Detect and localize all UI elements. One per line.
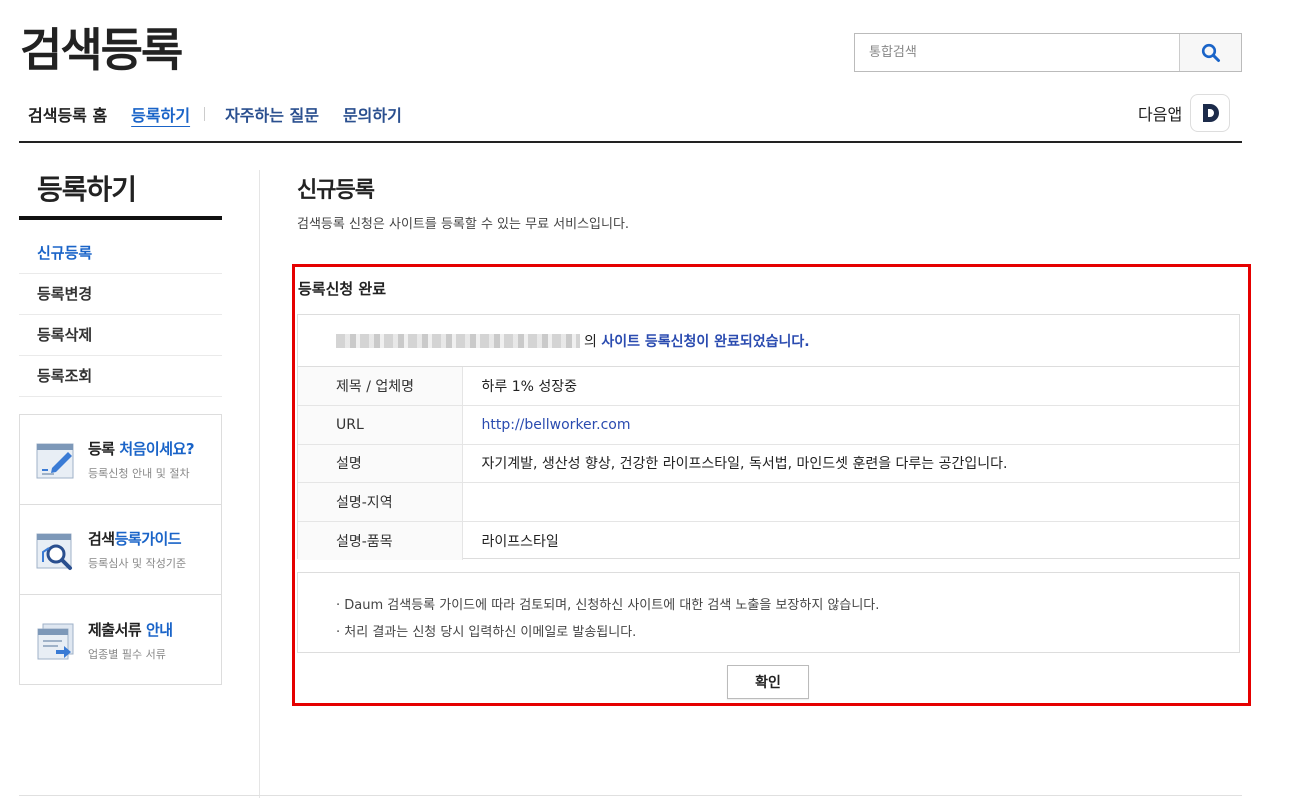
confirm-button[interactable]: 확인 bbox=[727, 665, 809, 699]
nav-home[interactable]: 검색등록 홈 bbox=[28, 102, 107, 126]
banner-documents-subtitle: 업종별 필수 서류 bbox=[88, 647, 166, 661]
banner-guide[interactable]: 검색등록가이드 등록심사 및 작성기준 bbox=[20, 505, 221, 595]
sidebar-item-lookup[interactable]: 등록조회 bbox=[19, 356, 222, 397]
search-button[interactable] bbox=[1179, 34, 1241, 71]
banner-first-title-b: 처음이세요? bbox=[119, 440, 195, 458]
daum-logo-icon bbox=[1190, 94, 1231, 132]
row-label-description: 설명 bbox=[298, 443, 463, 483]
header-divider bbox=[19, 141, 1242, 143]
banner-guide-title-a: 검색 bbox=[88, 530, 115, 548]
notice-line: · 처리 결과는 신청 당시 입력하신 이메일로 발송됩니다. bbox=[336, 625, 637, 640]
nav-contact[interactable]: 문의하기 bbox=[343, 102, 402, 126]
sidebar-title: 등록하기 bbox=[37, 173, 137, 206]
table-row: 설명 자기계발, 생산성 향상, 건강한 라이프스타일, 독서법, 마인드셋 훈… bbox=[298, 443, 1239, 483]
page-title: 신규등록 bbox=[297, 178, 375, 203]
row-value-region bbox=[462, 482, 1239, 521]
sidebar-title-rule bbox=[19, 216, 222, 220]
row-label-region: 설명-지역 bbox=[298, 482, 463, 521]
footer-divider bbox=[19, 795, 1242, 796]
pencil-form-icon bbox=[36, 443, 74, 478]
completion-suffix: 의 bbox=[584, 333, 597, 350]
banner-documents-title-b: 안내 bbox=[145, 620, 173, 639]
search-icon bbox=[1201, 43, 1220, 62]
banner-guide-subtitle: 등록심사 및 작성기준 bbox=[88, 557, 187, 570]
page-description: 검색등록 신청은 사이트를 등록할 수 있는 무료 서비스입니다. bbox=[297, 217, 630, 232]
banner-first-subtitle: 등록신청 안내 및 절차 bbox=[88, 467, 190, 480]
site-url-link[interactable]: http://bellworker.com bbox=[482, 417, 631, 433]
completion-message: 사이트 등록신청이 완료되었습니다. bbox=[601, 333, 810, 350]
global-nav: 검색등록 홈 등록하기 자주하는 질문 문의하기 bbox=[28, 101, 426, 127]
magnifier-guide-icon bbox=[36, 533, 72, 570]
card-title: 등록신청 완료 bbox=[298, 280, 387, 298]
documents-icon bbox=[37, 623, 74, 660]
banner-guide-title-b: 등록가이드 bbox=[114, 530, 182, 548]
row-value-category: 라이프스타일 bbox=[462, 520, 1239, 560]
table-row: URL http://bellworker.com bbox=[298, 405, 1239, 444]
nav-divider bbox=[204, 107, 206, 121]
table-row: 제목 / 업체명 하루 1% 성장중 bbox=[298, 367, 1239, 406]
row-value-title: 하루 1% 성장중 bbox=[481, 379, 578, 395]
banner-documents-title-a: 제출서류 bbox=[88, 620, 146, 639]
sidebar-banners: 등록 처음이세요? 등록신청 안내 및 절차 검색등록가이드 등록심사 및 작성… bbox=[19, 414, 222, 685]
content-divider bbox=[259, 170, 260, 798]
registration-result-card: 의 사이트 등록신청이 완료되었습니다. 제목 / 업체명 하루 1% 성장중 … bbox=[297, 314, 1240, 560]
search-bar bbox=[854, 33, 1242, 72]
banner-first-title-a: 등록 bbox=[88, 440, 120, 458]
banner-first-time[interactable]: 등록 처음이세요? 등록신청 안내 및 절차 bbox=[20, 415, 221, 505]
search-input[interactable] bbox=[855, 34, 1179, 71]
row-label-category: 설명-품목 bbox=[298, 520, 463, 560]
table-row: 설명-품목 라이프스타일 bbox=[298, 520, 1239, 560]
daum-app-link[interactable]: 다음앱 bbox=[1138, 94, 1231, 132]
nav-faq[interactable]: 자주하는 질문 bbox=[225, 102, 319, 126]
nav-register[interactable]: 등록하기 bbox=[131, 102, 190, 126]
sidebar-item-new[interactable]: 신규등록 bbox=[19, 233, 222, 274]
notice-divider bbox=[297, 652, 1240, 653]
site-logo[interactable]: 검색등록 bbox=[20, 22, 183, 78]
daum-app-label: 다음앱 bbox=[1138, 105, 1183, 124]
sidebar-menu: 신규등록 등록변경 등록삭제 등록조회 bbox=[19, 233, 222, 397]
sidebar-item-delete[interactable]: 등록삭제 bbox=[19, 315, 222, 356]
row-label-title: 제목 / 업체명 bbox=[298, 367, 463, 406]
redacted-site-name bbox=[336, 333, 580, 348]
row-value-description: 자기계발, 생산성 향상, 건강한 라이프스타일, 독서법, 마인드셋 훈련을 … bbox=[462, 443, 1239, 483]
banner-documents[interactable]: 제출서류 안내 업종별 필수 서류 bbox=[20, 595, 221, 685]
registration-info-table: 제목 / 업체명 하루 1% 성장중 URL http://bellworker… bbox=[298, 367, 1239, 560]
notice-line: · Daum 검색등록 가이드에 따라 검토되며, 신청하신 사이트에 대한 검… bbox=[336, 598, 880, 613]
notice-box: · Daum 검색등록 가이드에 따라 검토되며, 신청하신 사이트에 대한 검… bbox=[297, 572, 1240, 652]
sidebar-item-change[interactable]: 등록변경 bbox=[19, 274, 222, 315]
completion-message-row: 의 사이트 등록신청이 완료되었습니다. bbox=[298, 315, 1239, 367]
table-row: 설명-지역 bbox=[298, 482, 1239, 521]
row-label-url: URL bbox=[298, 405, 463, 444]
